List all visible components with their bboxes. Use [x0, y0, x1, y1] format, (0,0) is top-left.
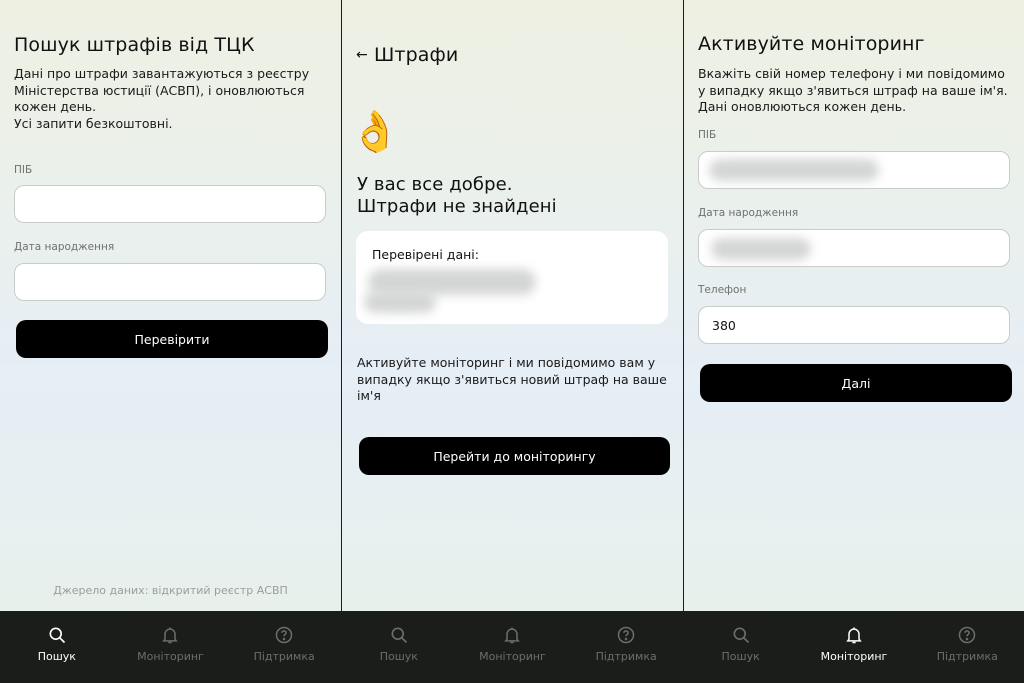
nav-label-search: Пошук — [37, 650, 76, 663]
search-icon — [391, 627, 407, 644]
back-arrow-icon[interactable]: ← — [356, 47, 368, 63]
prompt-line: ім'я — [357, 388, 381, 403]
dob-field-label: Дата народження — [14, 241, 115, 253]
name-field-label: ПІБ — [14, 164, 33, 176]
nav-item-monitoring[interactable]: Моніторинг — [462, 625, 562, 663]
redacted-date — [364, 291, 436, 313]
results-screen-content: ← Штрафи 👌 У вас все добре. Штрафи не зн… — [342, 0, 683, 611]
nav-item-search[interactable]: Пошук — [7, 625, 107, 663]
result-line: Штрафи не знайдені — [357, 196, 557, 217]
help-circle-icon — [617, 626, 635, 644]
redacted-name — [709, 159, 879, 181]
bell-icon — [504, 627, 521, 644]
bottom-nav: Пошук Моніторинг Підтримка — [342, 611, 683, 683]
monitoring-screen-content: Активуйте моніторинг Вкажіть свій номер … — [684, 0, 1024, 611]
nav-label-search: Пошук — [721, 650, 760, 663]
result-heading: У вас все добре. Штрафи не знайдені — [357, 174, 557, 218]
description-line: Вкажіть свій номер телефону і ми повідом… — [698, 66, 1005, 81]
phone-input[interactable]: 380 — [698, 306, 1010, 344]
app-stage: Пошук штрафів від ТЦК Дані про штрафи за… — [0, 0, 1024, 683]
search-screen: Пошук штрафів від ТЦК Дані про штрафи за… — [0, 0, 341, 683]
name-input[interactable] — [14, 185, 326, 223]
nav-label-support: Підтримка — [253, 650, 315, 663]
dob-field-label: Дата народження — [698, 207, 799, 219]
result-line: У вас все добре. — [357, 174, 513, 195]
prompt-line: Активуйте моніторинг і ми повідомимо вам… — [357, 355, 656, 370]
description-line: у випадку якщо з'явиться штраф на ваше і… — [698, 82, 1008, 98]
name-field-label: ПІБ — [698, 129, 717, 141]
page-title: Активуйте моніторинг — [698, 33, 925, 55]
prompt-line: випадку якщо з'явиться новий штраф на ва… — [357, 371, 667, 387]
nav-label-monitoring: Моніторинг — [479, 650, 546, 663]
dob-input[interactable] — [14, 263, 326, 301]
nav-item-monitoring[interactable]: Моніторинг — [120, 625, 220, 663]
bottom-nav: Пошук Моніторинг Підтримка — [684, 611, 1024, 683]
bell-icon — [846, 627, 862, 644]
description-line: Дані про штрафи завантажуються з реєстру — [14, 66, 310, 81]
nav-item-search[interactable]: Пошук — [691, 625, 791, 663]
page-title: Пошук штрафів від ТЦК — [14, 34, 255, 56]
nav-item-support[interactable]: Підтримка — [234, 625, 334, 663]
data-source-note: Джерело даних: відкритий реєстр АСВП — [53, 584, 288, 597]
next-button[interactable]: Далі — [700, 364, 1012, 402]
page-description: Вкажіть свій номер телефону і ми повідом… — [698, 66, 1020, 116]
search-icon — [733, 627, 749, 644]
nav-label-monitoring: Моніторинг — [820, 650, 888, 663]
nav-label-support: Підтримка — [936, 650, 998, 663]
monitoring-prompt: Активуйте моніторинг і ми повідомимо вам… — [357, 355, 672, 405]
redacted-date — [711, 238, 811, 260]
description-line: Міністерства юстиції (АСВП), і оновлюють… — [14, 82, 305, 98]
bottom-nav: Пошук Моніторинг Підтримка — [0, 611, 341, 683]
nav-item-support[interactable]: Підтримка — [576, 625, 676, 663]
checked-data-card: Перевірені дані: — [356, 231, 668, 324]
dob-input[interactable] — [698, 229, 1010, 267]
help-circle-icon — [275, 626, 293, 644]
description-line: Усі запити безкоштовні. — [14, 115, 173, 131]
search-icon — [49, 627, 65, 644]
search-screen-content: Пошук штрафів від ТЦК Дані про штрафи за… — [0, 0, 341, 611]
nav-label-search: Пошук — [379, 650, 418, 663]
nav-label-monitoring: Моніторинг — [137, 650, 204, 663]
nav-label-support: Підтримка — [595, 650, 657, 663]
checked-data-label: Перевірені дані: — [372, 247, 479, 262]
phone-field-label: Телефон — [698, 284, 747, 296]
help-circle-icon — [959, 626, 976, 644]
description-line: Дані оновлюються кожен день. — [698, 99, 907, 114]
name-input[interactable] — [698, 151, 1010, 189]
nav-item-support[interactable]: Підтримка — [917, 625, 1017, 663]
nav-item-monitoring[interactable]: Моніторинг — [804, 625, 904, 663]
go-to-monitoring-button[interactable]: Перейти до моніторингу — [359, 437, 670, 475]
description-line: кожен день. — [14, 99, 97, 114]
page-description: Дані про штрафи завантажуються з реєстру… — [14, 66, 329, 132]
bell-icon — [162, 627, 179, 644]
nav-item-search[interactable]: Пошук — [349, 625, 449, 663]
ok-hand-icon: 👌 — [350, 109, 400, 155]
results-screen: ← Штрафи 👌 У вас все добре. Штрафи не зн… — [342, 0, 683, 683]
monitoring-screen: Активуйте моніторинг Вкажіть свій номер … — [684, 0, 1024, 683]
page-title: Штрафи — [374, 44, 459, 66]
check-button[interactable]: Перевірити — [16, 320, 328, 358]
